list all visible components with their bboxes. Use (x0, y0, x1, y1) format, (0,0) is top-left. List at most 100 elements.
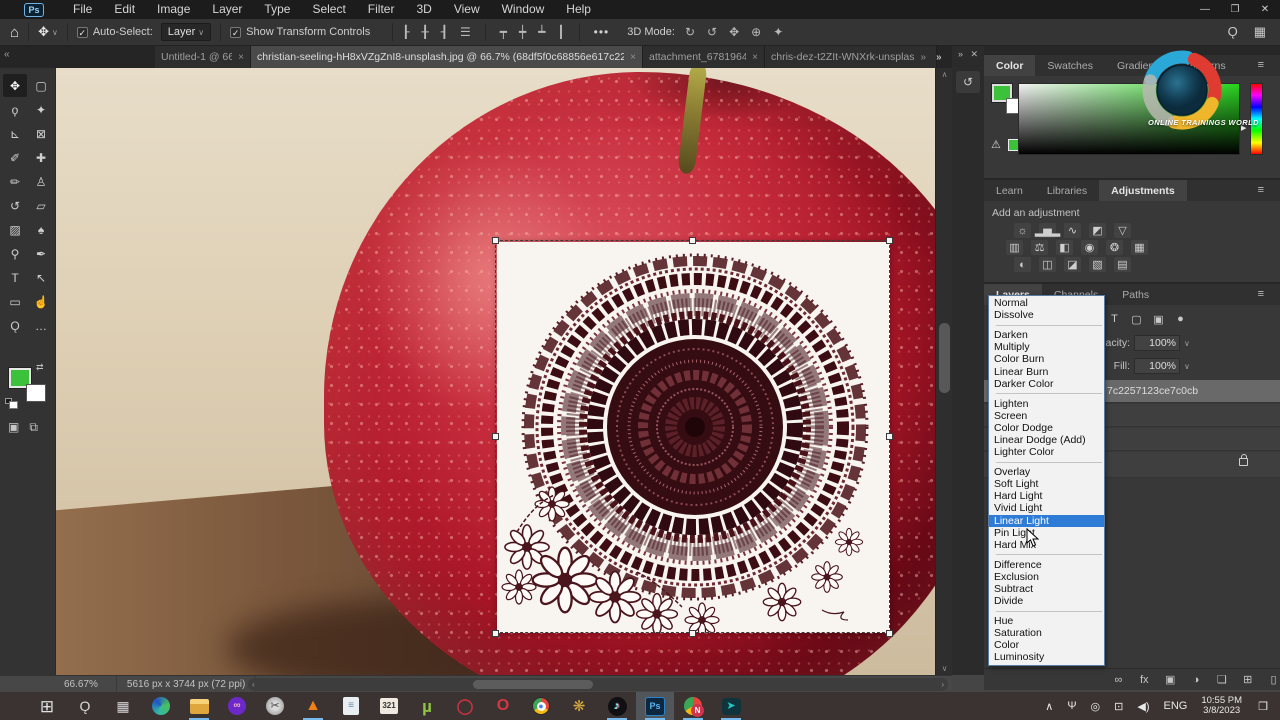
volume-icon[interactable]: ◀) (1130, 700, 1156, 713)
eraser-tool[interactable]: ▱ (29, 194, 53, 217)
background-color-swatch[interactable] (26, 384, 46, 402)
auto-select-target-dropdown[interactable]: Layer ∨ (160, 23, 212, 41)
opacity-input[interactable]: 100% (1134, 335, 1180, 351)
panel-tab[interactable]: Swatches (1035, 55, 1105, 76)
history-brush-tool[interactable]: ↺ (3, 194, 27, 217)
taskbar-app-goggles[interactable]: ∞ (218, 692, 256, 720)
taskbar-app-videopad[interactable]: 321 (370, 692, 408, 720)
more-tools[interactable]: … (29, 314, 53, 337)
horizontal-scrollbar[interactable]: ‹ › (248, 678, 948, 691)
blend-mode-option[interactable]: Hard Mix (989, 539, 1104, 551)
scroll-right-icon[interactable]: › (941, 680, 944, 689)
blend-mode-option[interactable]: Multiply (989, 341, 1104, 353)
photo-filter-icon[interactable]: ◉ (1081, 240, 1098, 255)
selective-color-icon[interactable]: ▧ (1089, 257, 1106, 272)
healing-tool[interactable]: ✚ (29, 146, 53, 169)
microphone-icon[interactable]: Ψ (1060, 700, 1083, 712)
quick-mask-icon[interactable]: ▣ (8, 420, 19, 435)
new-group-icon[interactable]: ❏ (1215, 673, 1228, 686)
dodge-tool[interactable]: ⚲ (3, 242, 27, 265)
filter-smart-icon[interactable]: ▣ (1152, 313, 1165, 326)
blur-tool[interactable]: ♠ (29, 218, 53, 241)
transform-selection[interactable] (495, 240, 890, 633)
blend-mode-option[interactable]: Exclusion (989, 571, 1104, 583)
blend-mode-option[interactable]: Normal (989, 297, 1104, 309)
brush-tool[interactable]: ✏ (3, 170, 27, 193)
scroll-down-icon[interactable]: ∨ (936, 664, 953, 673)
zoom-tool[interactable]: Ǫ (3, 314, 27, 337)
shape-tool[interactable]: ▭ (3, 290, 27, 313)
show-transform-checkbox[interactable]: ✓ (230, 26, 242, 38)
hue-slider[interactable] (1250, 83, 1263, 155)
transform-handle[interactable] (492, 630, 499, 637)
screen-mode-icon[interactable]: ⧉ (29, 420, 38, 435)
close-button[interactable]: ✕ (1250, 0, 1280, 19)
menu-item[interactable]: Window (491, 0, 556, 19)
new-layer-icon[interactable]: ⊞ (1241, 673, 1254, 686)
taskbar-app-chrome[interactable]: ● (522, 692, 560, 720)
brightness-contrast-icon[interactable]: ☼ (1014, 223, 1031, 238)
blend-mode-option[interactable]: Saturation (989, 627, 1104, 639)
frame-tool[interactable]: ⊠ (29, 122, 53, 145)
vibrance-icon[interactable]: ▽ (1114, 223, 1131, 238)
distribute-v-icon[interactable]: ┃ (557, 25, 564, 39)
color-field[interactable] (1018, 83, 1240, 155)
workspace-icon[interactable]: ▦ (1254, 24, 1266, 40)
blend-mode-option[interactable]: Difference (989, 559, 1104, 571)
menu-item[interactable]: Filter (357, 0, 406, 19)
channel-mixer-icon[interactable]: ❂ (1106, 240, 1123, 255)
taskbar-app-send[interactable]: ➤ (712, 692, 750, 720)
vertical-scrollbar[interactable]: ∧ ∨ (935, 68, 952, 675)
document-tab[interactable]: chris-dez-t2ZIt-WNXrk-unsplas » (765, 46, 937, 68)
vertical-scroll-thumb[interactable] (939, 323, 950, 393)
canvas-viewport[interactable] (56, 68, 935, 675)
layer-effects-icon[interactable]: fx (1138, 674, 1151, 686)
align-top-icon[interactable]: ┯ (500, 25, 507, 39)
filter-shape-icon[interactable]: ▢ (1130, 313, 1143, 326)
transform-handle[interactable] (492, 433, 499, 440)
auto-select-option[interactable]: ✓ Auto-Select: Layer ∨ (76, 23, 212, 41)
zoom-3d-icon[interactable]: ✦ (773, 25, 783, 39)
taskbar-app-search[interactable]: Ǫ (66, 692, 104, 720)
panel-tab[interactable]: Gradients (1105, 55, 1175, 76)
document-tab[interactable]: christian-seeling-hH8xVZgZnI8-unsplash.j… (251, 46, 643, 68)
transform-handle[interactable] (886, 237, 893, 244)
pen-tool[interactable]: ✒ (29, 242, 53, 265)
close-tab-icon[interactable]: × (238, 52, 244, 63)
curves-icon[interactable]: ∿ (1064, 223, 1081, 238)
menu-item[interactable]: View (443, 0, 491, 19)
panel-menu-icon[interactable]: ≡ (1258, 184, 1264, 196)
align-left-icon[interactable]: ┠ (402, 25, 409, 39)
crop-tool[interactable]: ⊾ (3, 122, 27, 145)
taskbar-app-chrome-n[interactable]: N (674, 692, 712, 720)
history-panel-icon[interactable]: ↺ (956, 71, 980, 93)
panel-menu-icon[interactable]: ≡ (1258, 59, 1264, 71)
tab-overflow-right-icon[interactable]: » (936, 52, 942, 63)
chevron-down-icon[interactable]: ∨ (52, 28, 58, 37)
panel-tab[interactable]: Color (984, 55, 1036, 76)
hand-tool[interactable]: ☝ (29, 290, 53, 313)
menu-item[interactable]: Layer (201, 0, 253, 19)
horizontal-scroll-thumb[interactable] (473, 680, 593, 689)
move-tool[interactable]: ✥ (3, 74, 27, 97)
blend-mode-option[interactable]: Darken (989, 329, 1104, 341)
filter-type-icon[interactable]: T (1108, 313, 1121, 325)
marquee-tool[interactable]: ▢ (29, 74, 53, 97)
color-balance-icon[interactable]: ⚖ (1031, 240, 1048, 255)
transform-handle[interactable] (689, 237, 696, 244)
type-tool[interactable]: T (3, 266, 27, 289)
blend-mode-option[interactable]: Dissolve (989, 309, 1104, 321)
blend-mode-option[interactable]: Darker Color (989, 378, 1104, 390)
gamut-warning-icon[interactable]: ⚠ (991, 138, 1001, 151)
scroll-left-icon[interactable]: ‹ (252, 680, 255, 689)
blend-mode-option[interactable]: Hue (989, 615, 1104, 627)
align-right-icon[interactable]: ┨ (441, 25, 448, 39)
menu-item[interactable]: Edit (103, 0, 146, 19)
blend-mode-option[interactable]: Subtract (989, 583, 1104, 595)
blend-mode-option[interactable]: Color Burn (989, 353, 1104, 365)
adjustment-layer-icon[interactable]: ◑ (1190, 674, 1203, 686)
meet-now-icon[interactable]: ◎ (1084, 700, 1108, 713)
taskbar-app-explorer[interactable] (180, 692, 218, 720)
clock[interactable]: 10:55 PM 3/8/2023 (1194, 696, 1246, 716)
link-layers-icon[interactable]: ∞ (1112, 674, 1125, 686)
